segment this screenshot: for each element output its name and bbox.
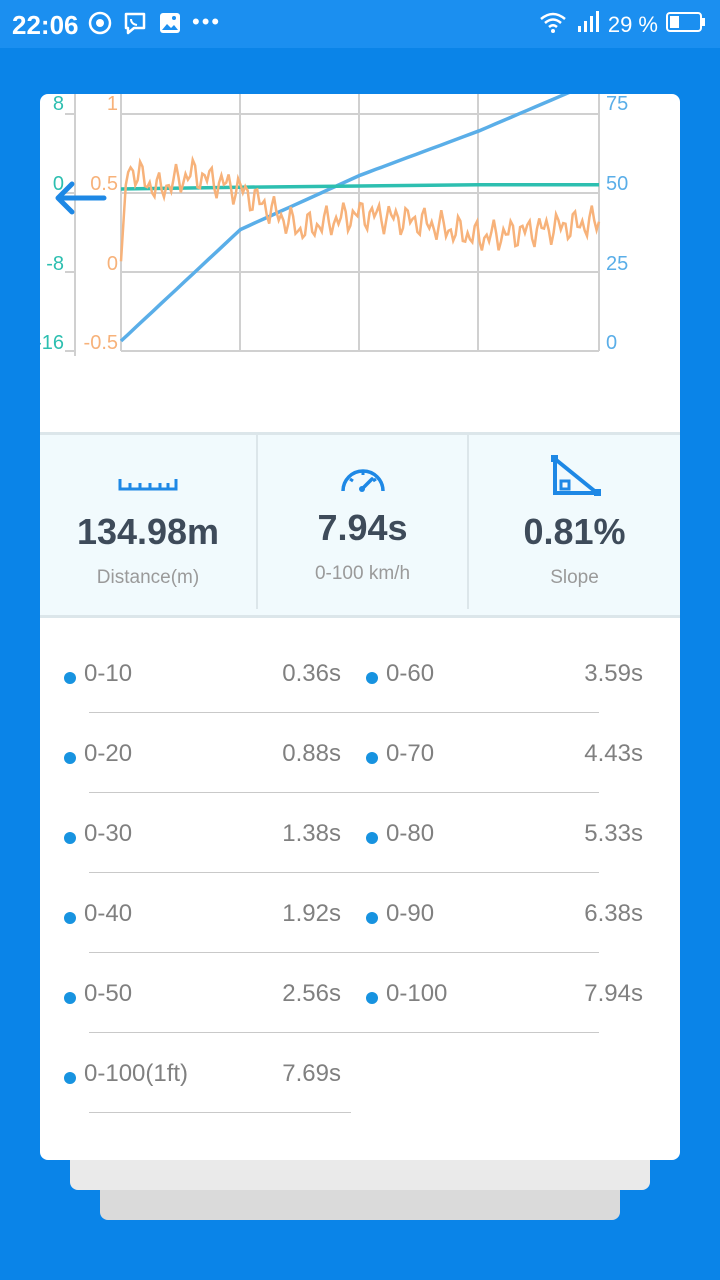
split-label: 0-20 xyxy=(84,740,133,767)
axis-tick-label: 1 xyxy=(107,94,118,115)
acceleration-value: 7.94s xyxy=(317,507,408,548)
slope-icon xyxy=(469,453,680,499)
split-value: 0.88s xyxy=(282,740,341,767)
distance-label: Distance(m) xyxy=(96,567,200,588)
split-value: 2.56s xyxy=(282,980,341,1007)
bullet-dot-icon xyxy=(64,752,76,764)
split-value: 1.92s xyxy=(282,900,341,927)
split-time-item: 0-40 1.92s xyxy=(64,886,341,946)
split-value: 4.43s xyxy=(584,740,643,767)
split-value: 5.33s xyxy=(584,820,643,847)
status-bar: 22:06 ••• 29 % xyxy=(0,0,720,48)
split-label: 0-50 xyxy=(84,980,133,1007)
stat-distance: 134.98m Distance(m) xyxy=(40,435,256,615)
axis-tick-label: -0.5 xyxy=(84,332,118,354)
split-time-item: 0-60 3.59s xyxy=(366,646,643,706)
bullet-dot-icon xyxy=(366,832,378,844)
bullet-dot-icon xyxy=(64,912,76,924)
distance-value: 134.98m xyxy=(76,511,220,552)
axis-tick-label: -8 xyxy=(46,253,64,275)
bullet-dot-icon xyxy=(366,992,378,1004)
stat-slope: 0.81% Slope xyxy=(469,435,680,615)
axis-tick-label: -16 xyxy=(40,332,64,354)
split-label: 0-90 xyxy=(386,900,435,927)
row-divider xyxy=(89,1112,351,1113)
split-time-item: 0-70 4.43s xyxy=(366,726,643,786)
split-value: 3.59s xyxy=(584,660,643,687)
row-divider xyxy=(89,1032,599,1033)
split-times-row: 0-100(1ft) 7.69s xyxy=(40,1046,680,1126)
split-time-item: 0-10 0.36s xyxy=(64,646,341,706)
split-times-row: 0-10 0.36s 0-60 3.59s xyxy=(40,646,680,726)
split-label: 0-100(1ft) xyxy=(84,1060,189,1087)
battery-icon xyxy=(666,11,706,38)
axis-tick-label: 75 xyxy=(606,94,628,115)
chart-svg: 80-8-1610.50-0.57550250 xyxy=(40,94,628,356)
split-time-item: 0-80 5.33s xyxy=(366,806,643,866)
axis-tick-label: 0 xyxy=(107,253,118,275)
split-label: 0-80 xyxy=(386,820,435,847)
row-divider xyxy=(89,952,599,953)
split-time-item: 0-50 2.56s xyxy=(64,966,341,1026)
split-label: 0-40 xyxy=(84,900,133,927)
bullet-dot-icon xyxy=(366,752,378,764)
gallery-icon xyxy=(158,11,182,40)
battery-percent: 29 % xyxy=(607,11,658,37)
split-times-row: 0-20 0.88s 0-70 4.43s xyxy=(40,726,680,806)
axis-tick-label: 50 xyxy=(606,173,628,195)
split-value: 1.38s xyxy=(282,820,341,847)
split-time-item: 0-20 0.88s xyxy=(64,726,341,786)
bullet-dot-icon xyxy=(64,1072,76,1084)
signal-icon xyxy=(576,10,600,39)
split-times-row: 0-40 1.92s 0-90 6.38s xyxy=(40,886,680,966)
split-label: 0-10 xyxy=(84,660,133,687)
split-times-row: 0-50 2.56s 0-100 7.94s xyxy=(40,966,680,1046)
back-arrow-icon[interactable] xyxy=(52,178,108,218)
split-value: 7.94s xyxy=(584,980,643,1007)
row-divider xyxy=(89,712,599,713)
status-time: 22:06 xyxy=(12,10,79,40)
split-label: 0-70 xyxy=(386,740,435,767)
split-label: 0-100 xyxy=(386,980,448,1007)
notification-icons: ••• xyxy=(88,8,222,41)
split-time-item: 0-30 1.38s xyxy=(64,806,341,866)
bullet-dot-icon xyxy=(366,912,378,924)
ruler-icon xyxy=(40,457,256,499)
axis-tick-label: 0 xyxy=(606,332,617,354)
split-label: 0-30 xyxy=(84,820,133,847)
split-times-row: 0-30 1.38s 0-80 5.33s xyxy=(40,806,680,886)
stat-acceleration: 7.94s 0-100 km/h xyxy=(258,435,467,615)
speedometer-icon xyxy=(258,457,467,499)
split-time-item: 0-100(1ft) 7.69s xyxy=(64,1046,341,1106)
slope-value: 0.81% xyxy=(523,511,626,552)
bullet-dot-icon xyxy=(366,672,378,684)
split-time-item: 0-100 7.94s xyxy=(366,966,643,1026)
axis-tick-label: 8 xyxy=(53,94,64,115)
split-value: 0.36s xyxy=(282,660,341,687)
result-card: 80-8-1610.50-0.57550250 134.98m Distance… xyxy=(40,94,680,1160)
system-icons: 29 % xyxy=(538,10,706,39)
row-divider xyxy=(89,872,599,873)
summary-stats: 134.98m Distance(m) 7.94s 0-100 km/h 0.8… xyxy=(40,432,680,618)
acceleration-label: 0-100 km/h xyxy=(314,563,411,584)
bullet-dot-icon xyxy=(64,672,76,684)
axis-tick-label: 25 xyxy=(606,253,628,275)
split-value: 6.38s xyxy=(584,900,643,927)
row-divider xyxy=(89,792,599,793)
slope-label: Slope xyxy=(550,567,599,588)
bullet-dot-icon xyxy=(64,992,76,1004)
chrome-icon xyxy=(88,11,112,40)
split-label: 0-60 xyxy=(386,660,435,687)
bullet-dot-icon xyxy=(64,832,76,844)
viber-icon xyxy=(122,10,148,41)
more-dots-icon: ••• xyxy=(192,8,222,34)
split-value: 7.69s xyxy=(282,1060,341,1087)
performance-chart: 80-8-1610.50-0.57550250 xyxy=(40,94,680,434)
wifi-icon xyxy=(538,10,568,39)
split-time-item: 0-90 6.38s xyxy=(366,886,643,946)
